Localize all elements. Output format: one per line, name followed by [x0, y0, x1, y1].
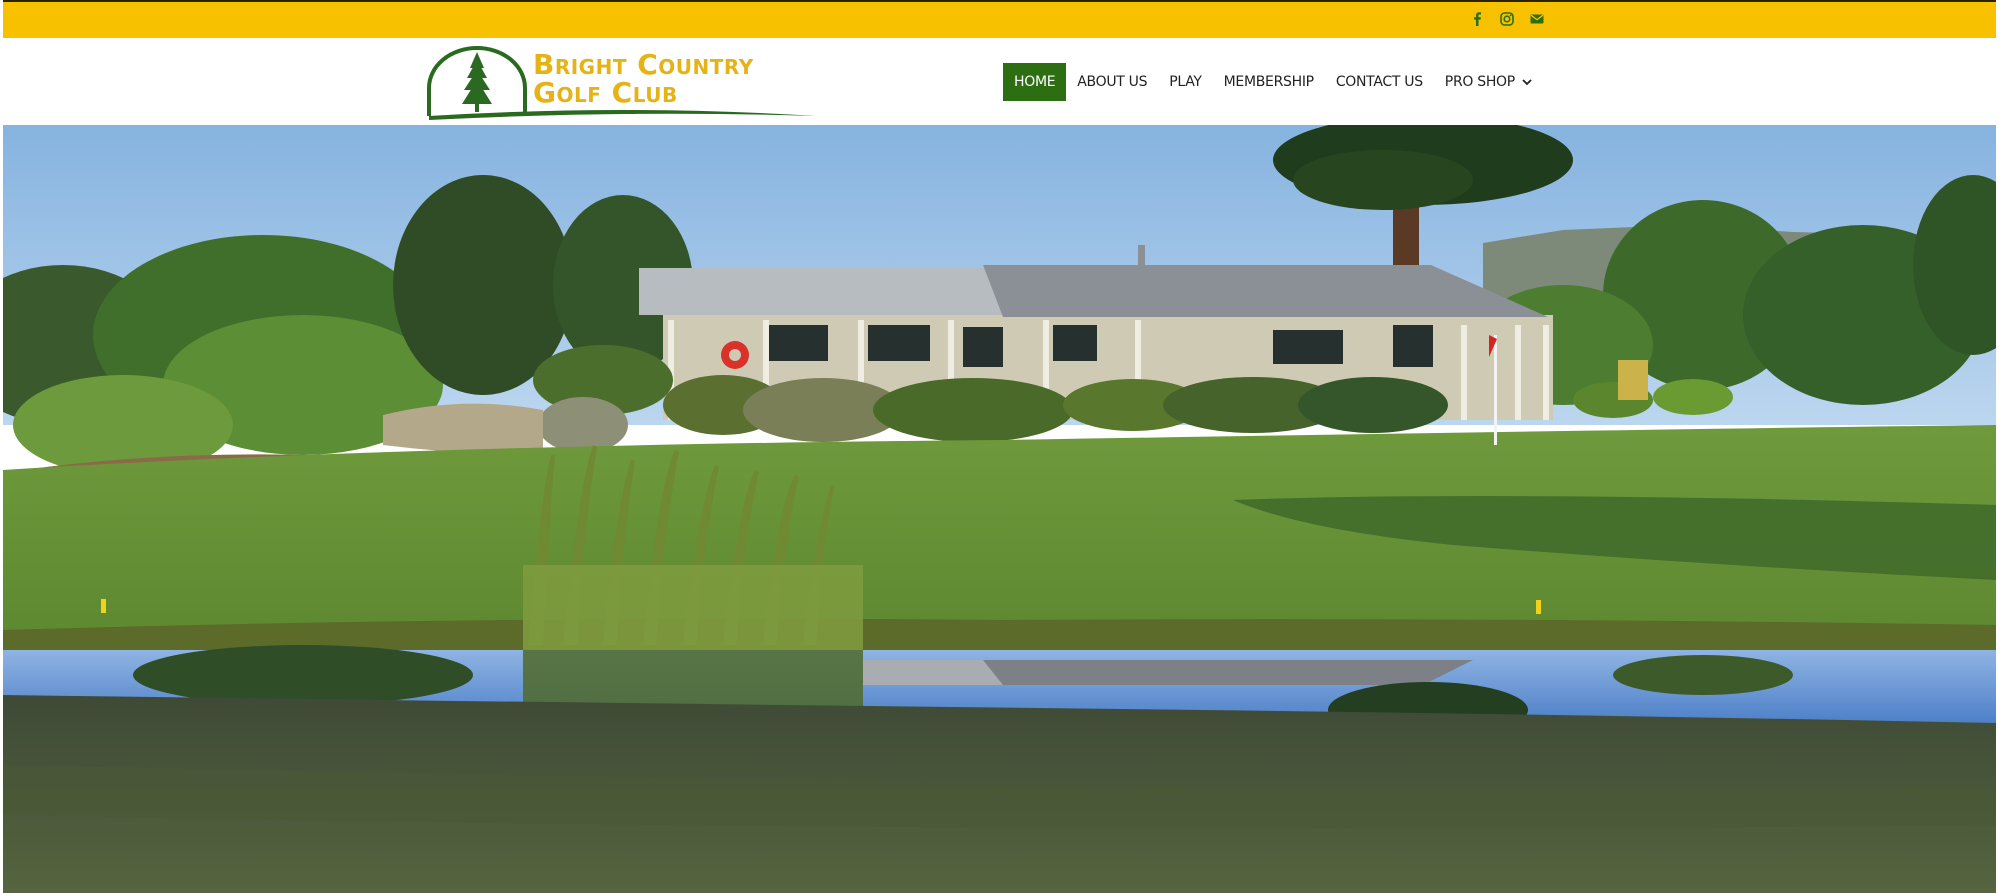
nav-contact-us[interactable]: CONTACT US: [1325, 63, 1434, 101]
logo-line-2: Golf Club: [533, 76, 678, 109]
nav-home[interactable]: HOME: [1003, 63, 1067, 101]
instagram-icon[interactable]: [1498, 10, 1516, 28]
main-nav: HOME ABOUT US PLAY MEMBERSHIP CONTACT US…: [1003, 63, 1544, 101]
email-icon[interactable]: [1528, 10, 1546, 28]
pine-tree-icon: [462, 52, 492, 112]
site-logo[interactable]: Bright Country Golf Club: [426, 46, 818, 122]
page-frame: Bright Country Golf Club HOME ABOUT US P…: [3, 0, 1996, 893]
chevron-down-icon: [1522, 79, 1532, 86]
facebook-icon[interactable]: [1468, 10, 1486, 28]
nav-pro-shop[interactable]: PRO SHOP: [1434, 63, 1544, 101]
logo-line-1: Bright Country: [533, 48, 754, 81]
nav-play[interactable]: PLAY: [1158, 63, 1212, 101]
logo-wordmark: Bright Country Golf Club: [533, 51, 754, 107]
nav-about-us[interactable]: ABOUT US: [1066, 63, 1158, 101]
site-header: Bright Country Golf Club HOME ABOUT US P…: [3, 38, 1996, 125]
social-links: [1468, 10, 1546, 28]
hero-image: [3, 125, 1996, 893]
nav-membership[interactable]: MEMBERSHIP: [1213, 63, 1325, 101]
nav-pro-shop-label: PRO SHOP: [1444, 74, 1515, 90]
top-bar: [3, 0, 1996, 38]
